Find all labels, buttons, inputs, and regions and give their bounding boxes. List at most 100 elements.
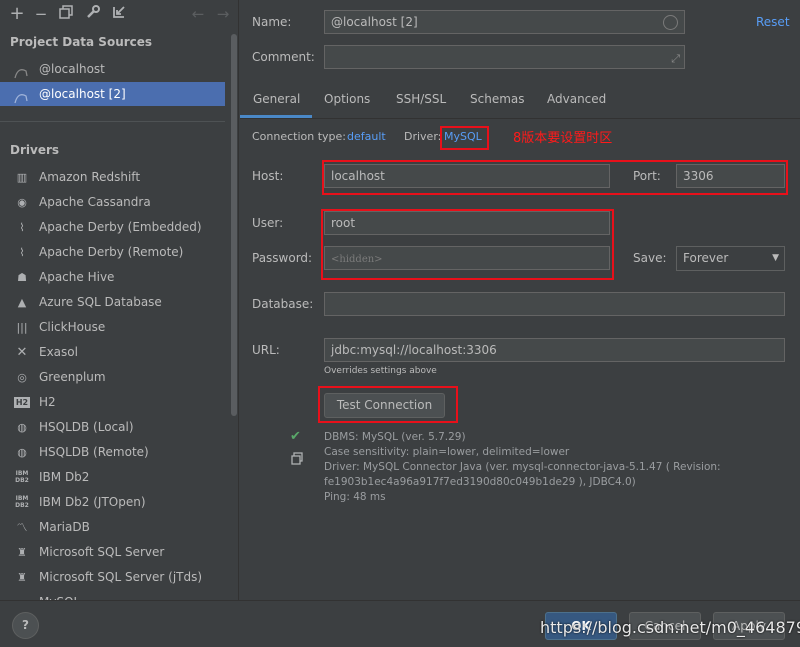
driver-label: Azure SQL Database (39, 295, 162, 309)
driver-item[interactable]: ▥ Amazon Redshift (0, 165, 225, 190)
arrow-left-icon[interactable]: ← (189, 5, 207, 23)
result-line: Case sensitivity: plain=lower, delimited… (324, 446, 570, 458)
driver-item[interactable]: ✕ Exasol (0, 340, 225, 365)
driver-item[interactable]: IBM DB2 IBM Db2 (0, 465, 225, 490)
mysql-icon (14, 63, 28, 79)
tab-advanced[interactable]: Advanced (547, 92, 606, 106)
driver-label: Microsoft SQL Server (39, 545, 165, 559)
result-line: Driver: MySQL Connector Java (ver. mysql… (324, 461, 721, 473)
watermark: https://blog.csdn.net/m0_46487986 (540, 618, 800, 637)
test-connection-button[interactable]: Test Connection (324, 393, 445, 418)
driver-item[interactable]: ⌇ Apache Derby (Embedded) (0, 215, 225, 240)
driver-label: Apache Hive (39, 270, 115, 284)
check-icon: ✔ (290, 429, 301, 444)
tab-ssh-ssl[interactable]: SSH/SSL (396, 92, 446, 106)
minus-icon[interactable]: − (32, 5, 50, 23)
greenplum-icon: ◎ (17, 371, 27, 384)
wrench-icon[interactable] (84, 5, 102, 23)
hive-icon: ☗ (17, 271, 27, 284)
connection-type-link[interactable]: default (347, 130, 386, 143)
url-label: URL: (252, 343, 280, 357)
import-icon[interactable] (110, 5, 128, 23)
arrow-right-icon[interactable]: → (214, 5, 232, 23)
exasol-icon: ✕ (16, 345, 28, 360)
drivers-title: Drivers (10, 143, 60, 157)
help-icon: ? (22, 618, 29, 632)
driver-item[interactable]: 〰MySQL (0, 590, 225, 600)
result-line: DBMS: MySQL (ver. 5.7.29) (324, 431, 466, 443)
left-panel: + − ← → Project Data Sources @localhost … (0, 0, 239, 600)
driver-label: ClickHouse (39, 320, 106, 334)
hsqldb-icon: ◍ (17, 446, 27, 459)
copy-icon[interactable] (291, 452, 303, 468)
driver-item[interactable]: ▲ Azure SQL Database (0, 290, 225, 315)
tab-general[interactable]: General (253, 92, 300, 106)
test-result-text: DBMS: MySQL (ver. 5.7.29) Case sensitivi… (324, 430, 721, 505)
hsqldb-icon: ◍ (17, 421, 27, 434)
driver-item[interactable]: H2 H2 (0, 390, 225, 415)
url-field[interactable]: jdbc:mysql://localhost:3306 (324, 338, 785, 362)
driver-item[interactable]: ◍ HSQLDB (Local) (0, 415, 225, 440)
color-circle-icon[interactable] (663, 15, 678, 30)
driver-label: Exasol (39, 345, 78, 359)
driver-item[interactable]: ♜ Microsoft SQL Server (0, 540, 225, 565)
reset-link[interactable]: Reset (756, 15, 790, 29)
comment-label: Comment: (252, 50, 315, 64)
password-label: Password: (252, 251, 313, 265)
driver-item[interactable]: ||| ClickHouse (0, 315, 225, 340)
database-field[interactable] (324, 292, 785, 316)
clickhouse-icon: ||| (16, 321, 28, 334)
save-select[interactable]: Forever ▼ (676, 246, 785, 271)
mysql-icon (14, 88, 28, 104)
driver-label: MySQL (39, 590, 80, 600)
driver-item[interactable]: ◉ Apache Cassandra (0, 190, 225, 215)
scrollbar-thumb[interactable] (231, 34, 237, 416)
url-hint: Overrides settings above (324, 366, 437, 376)
driver-label: Greenplum (39, 370, 106, 384)
data-sources-title: Project Data Sources (10, 35, 153, 49)
expand-icon[interactable]: ⤢ (671, 48, 680, 70)
chevron-down-icon: ▼ (772, 253, 779, 263)
driver-label: IBM Db2 (39, 470, 90, 484)
cassandra-icon: ◉ (17, 196, 27, 209)
driver-item[interactable]: ⌇ Apache Derby (Remote) (0, 240, 225, 265)
help-button[interactable]: ? (12, 612, 39, 639)
data-source-item[interactable]: @localhost (0, 57, 225, 81)
driver-item[interactable]: IBM DB2 IBM Db2 (JTOpen) (0, 490, 225, 515)
driver-label: Microsoft SQL Server (jTds) (39, 570, 203, 584)
sql-server-icon: ♜ (17, 571, 27, 584)
annotation-box (322, 160, 788, 195)
annotation-box (321, 209, 614, 280)
annotation-box (440, 126, 489, 150)
driver-item[interactable]: ☗ Apache Hive (0, 265, 225, 290)
tab-schemas[interactable]: Schemas (470, 92, 525, 106)
driver-label: Amazon Redshift (39, 170, 141, 184)
database-label: Database: (252, 297, 314, 311)
copy-icon[interactable] (57, 5, 75, 23)
driver-label: HSQLDB (Local) (39, 420, 134, 434)
comment-field[interactable]: ⤢ (324, 45, 685, 69)
driver-label: IBM Db2 (JTOpen) (39, 495, 146, 509)
name-field[interactable]: @localhost [2] (324, 10, 685, 34)
driver-item[interactable]: ◎ Greenplum (0, 365, 225, 390)
data-source-label: @localhost [2] (39, 87, 126, 101)
driver-item[interactable]: ♜ Microsoft SQL Server (jTds) (0, 565, 225, 590)
sql-server-icon: ♜ (17, 546, 27, 559)
driver-item[interactable]: ◍ HSQLDB (Remote) (0, 440, 225, 465)
result-line: fe1903b1ec4a96a917f7ed3190d80c049b1de29 … (324, 476, 636, 488)
driver-label: HSQLDB (Remote) (39, 445, 149, 459)
save-value: Forever (683, 251, 729, 265)
driver-label: H2 (39, 395, 56, 409)
ibm-db2-icon: IBM DB2 (15, 470, 29, 484)
driver-label: Apache Derby (Embedded) (39, 220, 202, 234)
redshift-icon: ▥ (16, 171, 28, 184)
connection-settings-panel: Name: @localhost [2] Reset Comment: ⤢ Ge… (240, 0, 800, 600)
h2-icon: H2 (14, 397, 30, 408)
tab-options[interactable]: Options (324, 92, 370, 106)
save-label: Save: (633, 251, 667, 265)
annotation-text: 8版本要设置时区 (513, 131, 613, 146)
driver-item[interactable]: 〽 MariaDB (0, 515, 225, 540)
data-source-item-selected[interactable]: @localhost [2] (0, 82, 225, 106)
name-value: @localhost [2] (331, 15, 418, 29)
plus-icon[interactable]: + (8, 5, 26, 23)
